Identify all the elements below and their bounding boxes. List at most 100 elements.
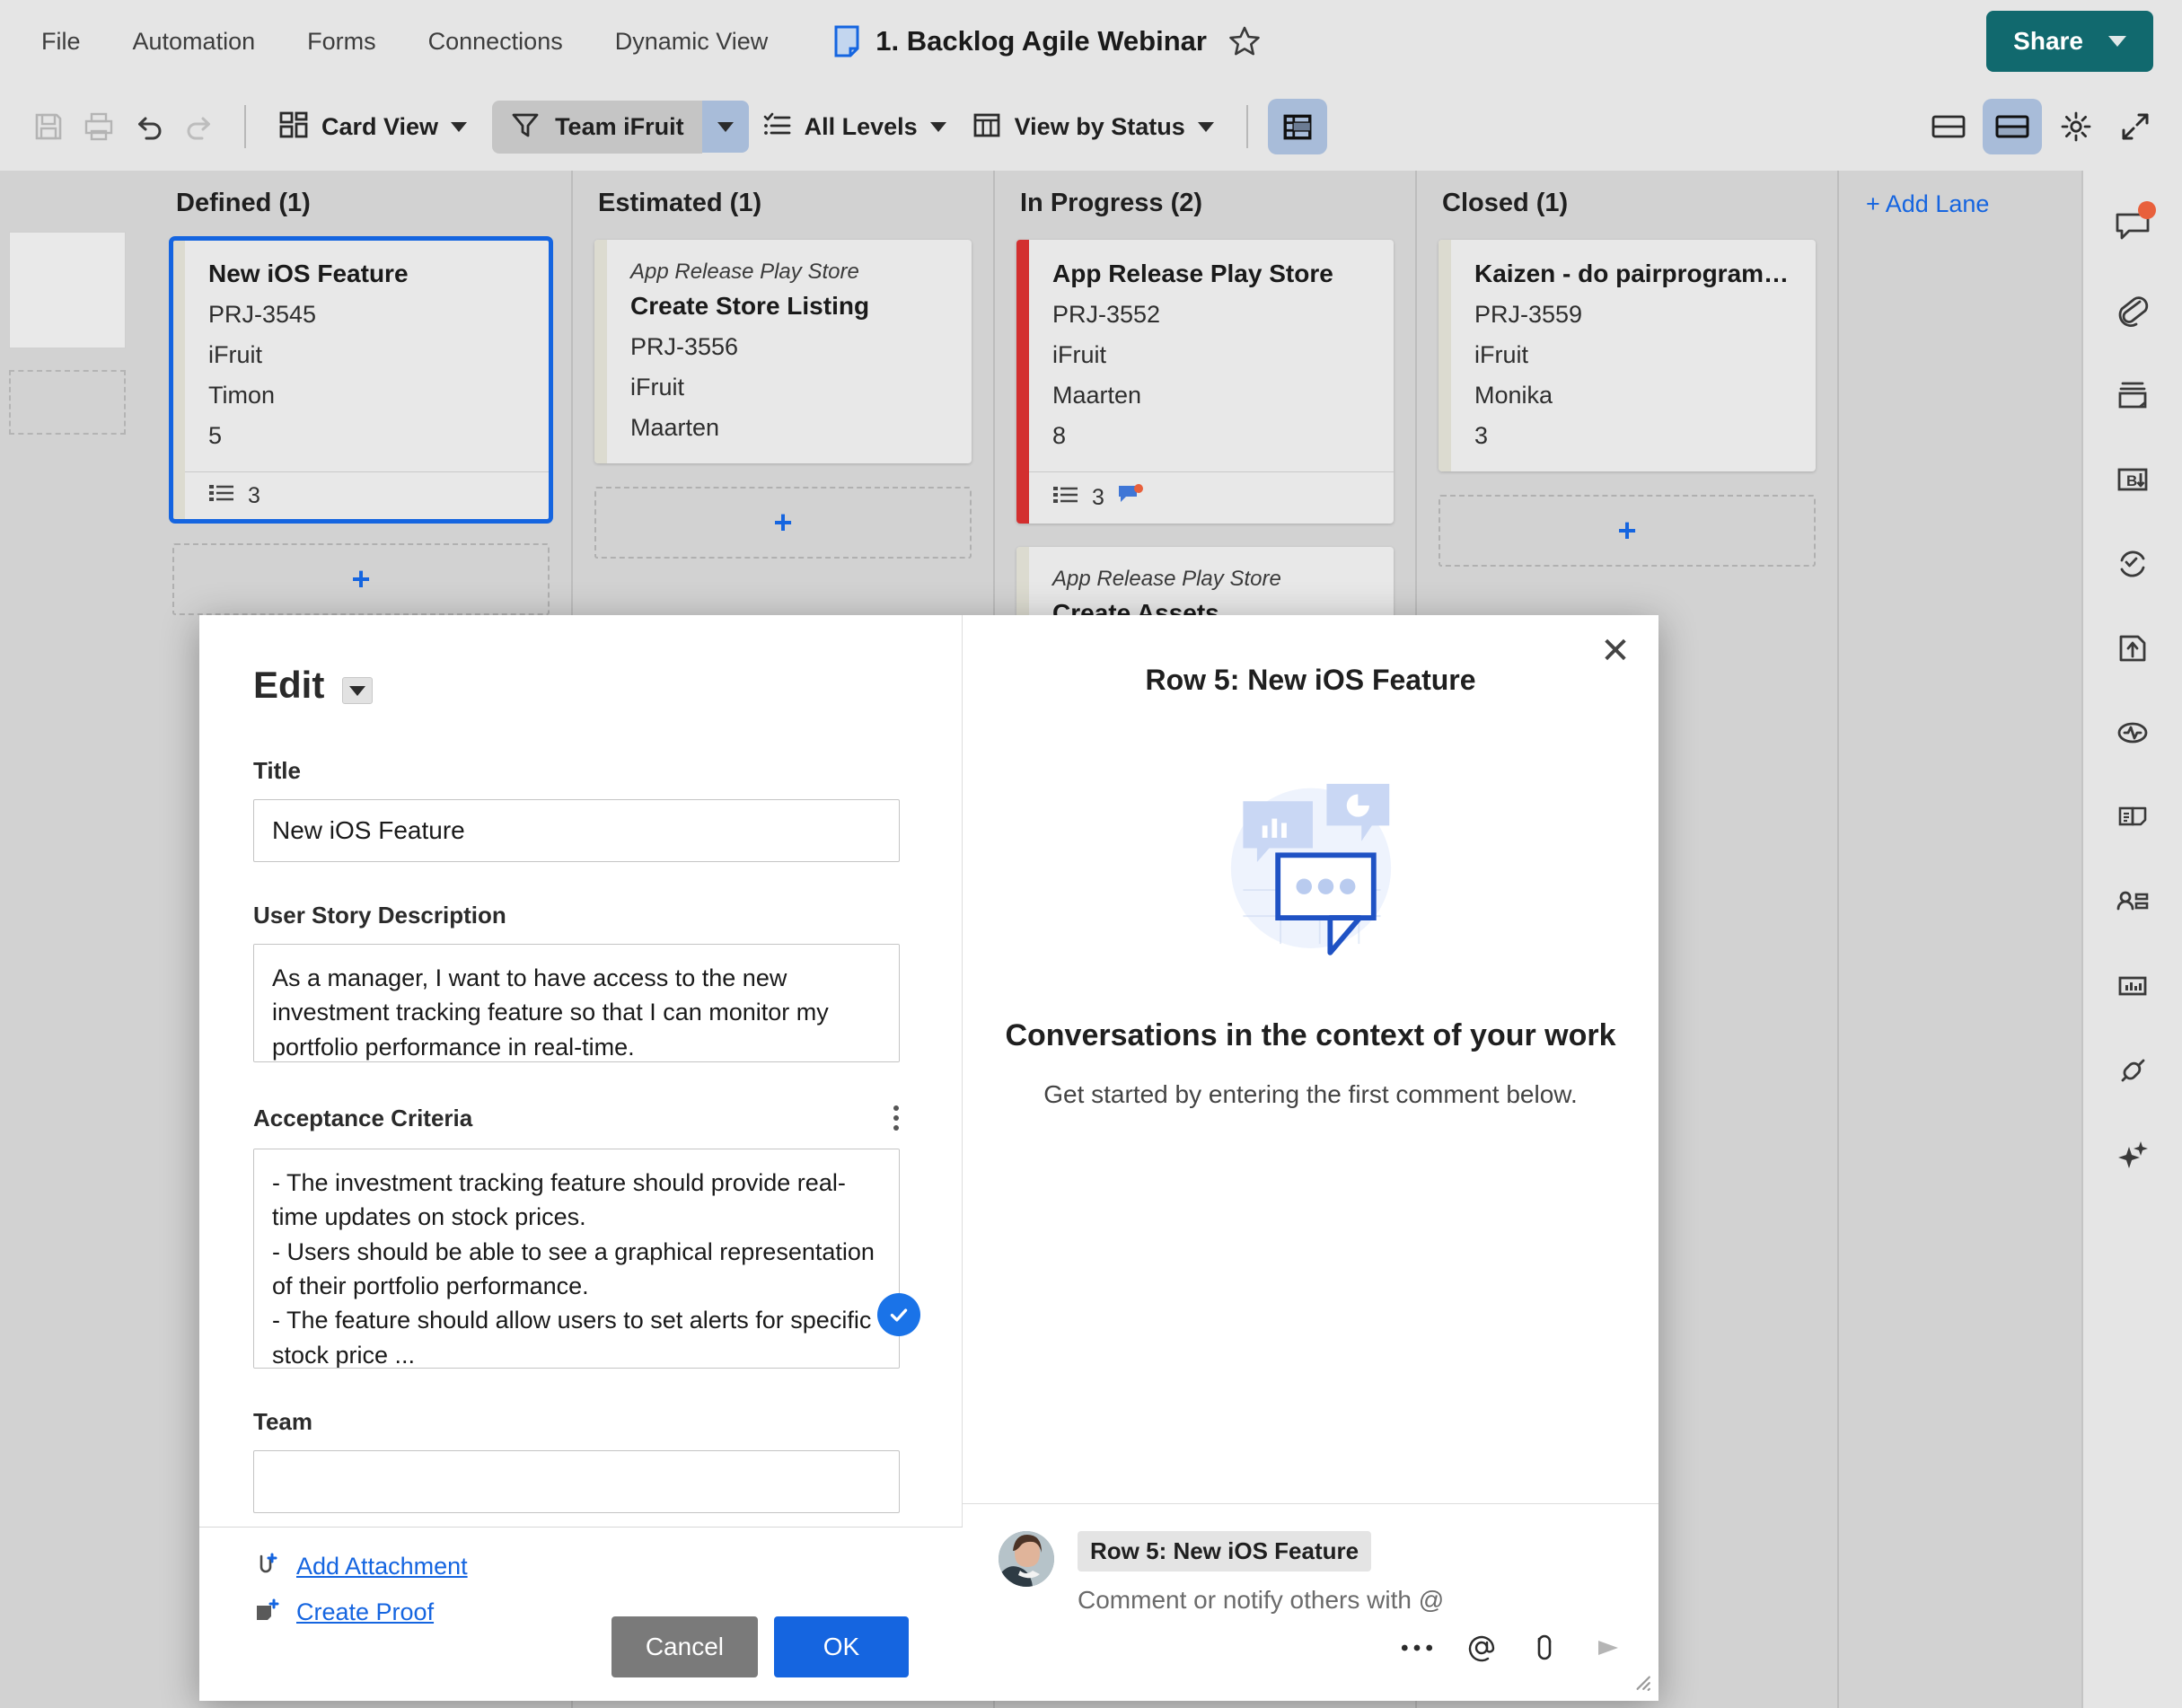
proofs-icon[interactable] xyxy=(2100,363,2165,427)
menu-forms[interactable]: Forms xyxy=(304,22,380,61)
favorite-star-icon[interactable] xyxy=(1228,25,1261,57)
page-title: 1. Backlog Agile Webinar xyxy=(875,25,1207,57)
settings-gear-icon[interactable] xyxy=(2051,101,2101,152)
filter-button[interactable]: Team iFruit xyxy=(492,101,702,154)
conversations-empty-heading: Conversations in the context of your wor… xyxy=(963,1018,1658,1053)
acceptance-textarea[interactable] xyxy=(253,1149,900,1369)
plus-icon: + xyxy=(351,563,370,595)
team-input[interactable] xyxy=(253,1450,900,1513)
filter-dropdown-button[interactable] xyxy=(702,101,749,153)
board-card[interactable]: New iOS FeaturePRJ-3545iFruitTimon53 xyxy=(172,240,550,520)
summary-icon[interactable] xyxy=(2100,785,2165,850)
card-view-icon xyxy=(278,110,309,145)
fullscreen-expand-icon[interactable] xyxy=(2110,101,2160,152)
chevron-down-icon xyxy=(2108,36,2126,47)
plus-icon: + xyxy=(1617,515,1636,547)
create-proof-link[interactable]: Create Proof xyxy=(296,1598,434,1626)
menu-dynamic-view[interactable]: Dynamic View xyxy=(611,22,772,61)
card-status-stripe xyxy=(1016,240,1029,524)
resize-handle[interactable] xyxy=(1632,1671,1651,1695)
right-rail: B xyxy=(2081,171,2182,1708)
attachments-icon[interactable] xyxy=(2100,278,2165,343)
team-field-block: Team xyxy=(253,1408,908,1513)
add-attachment-link[interactable]: Add Attachment xyxy=(296,1553,468,1580)
card-body: App Release Play StoreCreate Store Listi… xyxy=(607,240,972,463)
publish-icon[interactable] xyxy=(2100,616,2165,681)
grid-view-toggle[interactable] xyxy=(1268,99,1327,154)
add-attachment-row[interactable]: Add Attachment xyxy=(253,1551,909,1582)
conversations-icon[interactable] xyxy=(2100,194,2165,259)
connections-icon[interactable] xyxy=(2100,1038,2165,1103)
comment-composer: Row 5: New iOS Feature Comment or notify… xyxy=(963,1503,1658,1701)
print-icon[interactable] xyxy=(74,101,124,152)
card-id: PRJ-3556 xyxy=(630,333,948,361)
conversations-empty-subtext: Get started by entering the first commen… xyxy=(963,1080,1658,1109)
comment-fields: Row 5: New iOS Feature Comment or notify… xyxy=(1078,1531,1444,1615)
close-icon[interactable]: ✕ xyxy=(1596,631,1635,671)
plus-icon: + xyxy=(773,506,792,539)
view-by-dropdown[interactable]: View by Status xyxy=(959,102,1227,152)
menu-file[interactable]: File xyxy=(38,22,84,61)
menu-automation[interactable]: Automation xyxy=(129,22,260,61)
partial-card xyxy=(9,232,126,348)
add-lane-button[interactable]: + Add Lane xyxy=(1839,171,2081,1708)
board-card[interactable]: App Release Play StorePRJ-3552iFruitMaar… xyxy=(1016,240,1394,524)
update-requests-icon[interactable] xyxy=(2100,532,2165,596)
subtask-count: 3 xyxy=(1092,485,1104,511)
attach-paperclip-icon[interactable] xyxy=(1529,1633,1560,1663)
board-card[interactable]: Kaizen - do pairprogrammi...PRJ-3559iFru… xyxy=(1439,240,1816,471)
ai-sparkle-icon[interactable] xyxy=(2100,1123,2165,1187)
row-mention-chip: Row 5: New iOS Feature xyxy=(1078,1531,1371,1572)
acceptance-label: Acceptance Criteria xyxy=(253,1105,472,1132)
sharing-icon[interactable] xyxy=(2100,869,2165,934)
team-label: Team xyxy=(253,1408,908,1436)
add-card-button[interactable]: + xyxy=(594,487,972,559)
split-view-active-icon[interactable] xyxy=(1983,99,2042,154)
board-card[interactable]: App Release Play StoreCreate Store Listi… xyxy=(594,240,972,463)
filter-label: Team iFruit xyxy=(555,113,684,141)
card-id: PRJ-3552 xyxy=(1052,301,1370,329)
share-button[interactable]: Share xyxy=(1986,11,2153,72)
undo-icon[interactable] xyxy=(124,101,174,152)
comment-input[interactable]: Comment or notify others with @ xyxy=(1078,1586,1444,1615)
baseline-icon[interactable]: B xyxy=(2100,447,2165,512)
card-team: iFruit xyxy=(630,374,948,401)
confirm-check-icon[interactable] xyxy=(877,1293,920,1336)
more-options-icon[interactable] xyxy=(1400,1642,1434,1654)
card-parent-label: App Release Play Store xyxy=(1052,567,1370,592)
card-status-stripe xyxy=(1439,240,1451,471)
toolbar-divider xyxy=(244,105,246,148)
card-view-dropdown[interactable]: Card View xyxy=(266,102,480,152)
redo-icon xyxy=(174,101,224,152)
card-points: 3 xyxy=(1474,422,1792,450)
form-select-dropdown[interactable] xyxy=(342,677,373,704)
card-points: 5 xyxy=(208,422,526,450)
attachment-plus-icon xyxy=(253,1551,280,1582)
card-view-label: Card View xyxy=(321,113,438,141)
activity-log-icon[interactable] xyxy=(2100,700,2165,765)
ok-button[interactable]: OK xyxy=(774,1616,909,1677)
title-label: Title xyxy=(253,757,908,785)
partial-add-card xyxy=(9,370,126,435)
reports-icon[interactable] xyxy=(2100,954,2165,1018)
subtask-list-icon xyxy=(1052,485,1079,511)
save-icon[interactable] xyxy=(23,101,74,152)
sheet-icon xyxy=(834,25,859,57)
title-input[interactable] xyxy=(253,799,900,862)
mention-at-icon[interactable] xyxy=(1466,1633,1497,1663)
board-left-gutter xyxy=(0,171,151,1708)
add-card-button[interactable]: + xyxy=(172,543,550,615)
conversation-row-title: Row 5: New iOS Feature xyxy=(963,615,1658,697)
split-view-horizontal-icon[interactable] xyxy=(1923,101,1974,152)
send-icon[interactable] xyxy=(1592,1633,1623,1663)
add-card-button[interactable]: + xyxy=(1439,495,1816,567)
more-options-icon[interactable] xyxy=(884,1102,908,1134)
edit-form-panel: Edit Title User Story Description Accept… xyxy=(199,615,963,1701)
menu-connections[interactable]: Connections xyxy=(425,22,567,61)
cancel-button[interactable]: Cancel xyxy=(611,1616,758,1677)
card-body: Kaizen - do pairprogrammi...PRJ-3559iFru… xyxy=(1451,240,1816,471)
description-textarea[interactable] xyxy=(253,944,900,1062)
acceptance-label-row: Acceptance Criteria xyxy=(253,1102,908,1134)
levels-dropdown[interactable]: All Levels xyxy=(749,102,959,152)
comment-indicator-icon[interactable] xyxy=(1117,483,1144,513)
